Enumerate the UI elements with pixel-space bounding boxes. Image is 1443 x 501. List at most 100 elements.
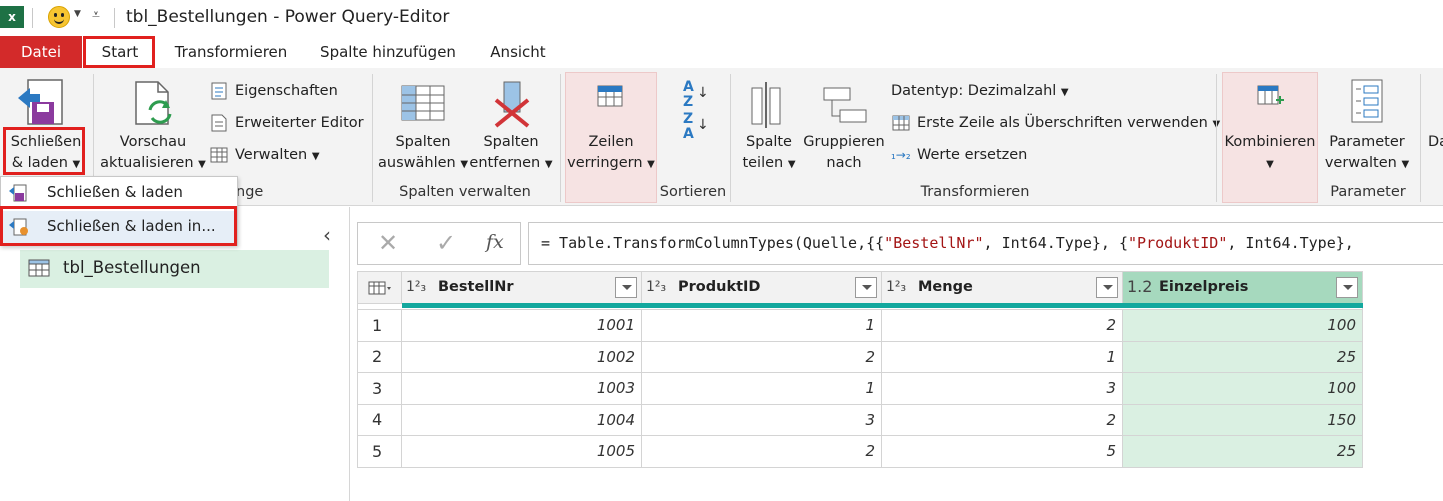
reduce-rows-button[interactable]: Zeilen verringern ▼ bbox=[566, 132, 656, 175]
row-number[interactable]: 2 bbox=[357, 340, 402, 373]
menu-tabs: Datei Start Transformieren Spalte hinzuf… bbox=[0, 36, 1443, 68]
table-menu-button[interactable] bbox=[357, 271, 402, 304]
cell[interactable]: 1002 bbox=[401, 340, 642, 373]
refresh-preview-button[interactable]: Vorschau aktualisieren ▼ bbox=[98, 132, 208, 175]
reduce-rows-icon bbox=[596, 82, 626, 112]
query-item[interactable]: tbl_Bestellungen bbox=[20, 250, 329, 288]
row-number[interactable]: 1 bbox=[357, 309, 402, 342]
filter-dropdown-icon[interactable] bbox=[855, 277, 877, 298]
group-label-sort: Sortieren bbox=[659, 184, 727, 200]
fx-icon[interactable]: fx bbox=[486, 231, 504, 253]
table-row: 1 1001 1 2 100 bbox=[357, 309, 1363, 342]
sort-descending-icon[interactable]: Z A ↓ bbox=[683, 112, 709, 142]
column-header-menge[interactable]: 1²₃ Menge bbox=[881, 271, 1123, 308]
replace-values-icon: ₁→₂ bbox=[891, 148, 911, 162]
highlight-close-load bbox=[3, 127, 85, 175]
tab-transformieren[interactable]: Transformieren bbox=[165, 36, 297, 68]
chevron-down-icon[interactable]: ▼ bbox=[74, 9, 81, 19]
customize-qat-icon[interactable]: ⩡ bbox=[92, 7, 100, 23]
menu-item-close-load[interactable]: Schließen & laden bbox=[1, 177, 237, 209]
formula-buttons: ✕ ✓ fx bbox=[357, 222, 521, 265]
cell[interactable]: 25 bbox=[1122, 435, 1363, 468]
choose-columns-button[interactable]: Spalten auswählen ▼ bbox=[378, 132, 468, 175]
remove-columns-icon bbox=[490, 80, 536, 130]
manage-parameters-icon bbox=[1348, 78, 1388, 126]
cell[interactable]: 2 bbox=[641, 435, 882, 468]
row-number[interactable]: 3 bbox=[357, 372, 402, 405]
smiley-feedback-icon[interactable] bbox=[48, 6, 70, 28]
cell[interactable]: 2 bbox=[881, 403, 1123, 436]
title-bar: x ▼ ⩡ tbl_Bestellungen - Power Query-Edi… bbox=[0, 0, 1443, 36]
properties-button[interactable]: Eigenschaften bbox=[209, 80, 338, 102]
cell[interactable]: 100 bbox=[1122, 372, 1363, 405]
filter-dropdown-icon[interactable] bbox=[1336, 277, 1358, 298]
cell[interactable]: 2 bbox=[881, 309, 1123, 342]
data-grid: 1²₃ BestellNr 1²₃ ProduktID 1²₃ Menge 1.… bbox=[357, 271, 1363, 468]
use-first-row-headers-button[interactable]: Erste Zeile als Überschriften verwenden … bbox=[891, 112, 1220, 134]
column-quality-bar bbox=[642, 303, 882, 308]
combine-icon bbox=[1256, 82, 1286, 112]
cell[interactable]: 3 bbox=[641, 403, 882, 436]
cell[interactable]: 25 bbox=[1122, 340, 1363, 373]
column-quality-bar bbox=[1123, 303, 1363, 308]
group-label-parameter: Parameter bbox=[1330, 184, 1406, 200]
whole-number-type-icon[interactable]: 1²₃ bbox=[646, 279, 666, 295]
refresh-preview-icon bbox=[130, 78, 178, 132]
group-by-icon bbox=[822, 86, 868, 126]
data-type-dropdown[interactable]: Datentyp: Dezimalzahl ▼ bbox=[891, 80, 1069, 102]
cell[interactable]: 150 bbox=[1122, 403, 1363, 436]
cell[interactable]: 2 bbox=[641, 340, 882, 373]
filter-dropdown-icon[interactable] bbox=[1096, 277, 1118, 298]
column-header-einzelpreis[interactable]: 1.2 Einzelpreis bbox=[1122, 271, 1363, 308]
tab-spalte-hinzufuegen[interactable]: Spalte hinzufügen bbox=[312, 36, 464, 68]
table-icon bbox=[209, 145, 229, 165]
remove-columns-button[interactable]: Spalten entfernen ▼ bbox=[468, 132, 554, 175]
advanced-editor-icon bbox=[209, 113, 229, 133]
cell[interactable]: 3 bbox=[881, 372, 1123, 405]
whole-number-type-icon[interactable]: 1²₃ bbox=[886, 279, 906, 295]
ribbon-cut-off-label[interactable]: Da bbox=[1428, 132, 1443, 153]
cell[interactable]: 1 bbox=[641, 372, 882, 405]
replace-values-button[interactable]: ₁→₂ Werte ersetzen bbox=[891, 144, 1027, 166]
table-row: 5 1005 2 5 25 bbox=[357, 435, 1363, 468]
table-icon bbox=[28, 258, 50, 282]
highlight-start-tab bbox=[83, 36, 155, 68]
collapse-pane-icon[interactable]: ‹ bbox=[323, 223, 331, 247]
cell[interactable]: 5 bbox=[881, 435, 1123, 468]
sort-ascending-icon[interactable]: A Z ↓ bbox=[683, 80, 709, 110]
column-quality-bar bbox=[882, 303, 1123, 308]
tab-ansicht[interactable]: Ansicht bbox=[478, 36, 558, 68]
divider bbox=[1216, 74, 1217, 202]
group-by-button[interactable]: Gruppieren nach bbox=[800, 132, 888, 174]
column-header-produktid[interactable]: 1²₃ ProduktID bbox=[641, 271, 882, 308]
table-row: 4 1004 3 2 150 bbox=[357, 403, 1363, 436]
cell[interactable]: 1001 bbox=[401, 309, 642, 342]
properties-icon bbox=[209, 81, 229, 101]
cancel-icon[interactable]: ✕ bbox=[378, 229, 398, 257]
row-number[interactable]: 4 bbox=[357, 403, 402, 436]
column-header-bestellnr[interactable]: 1²₃ BestellNr bbox=[401, 271, 642, 308]
advanced-editor-button[interactable]: Erweiterter Editor bbox=[209, 112, 364, 134]
split-column-button[interactable]: Spalte teilen ▼ bbox=[736, 132, 802, 175]
tab-datei[interactable]: Datei bbox=[0, 36, 82, 68]
cell[interactable]: 1003 bbox=[401, 372, 642, 405]
manage-parameters-button[interactable]: Parameter verwalten ▼ bbox=[1322, 132, 1412, 175]
group-label-manage-columns: Spalten verwalten bbox=[399, 184, 531, 200]
formula-input[interactable]: = Table.TransformColumnTypes(Quelle,{{"B… bbox=[528, 222, 1443, 265]
cell[interactable]: 1 bbox=[881, 340, 1123, 373]
cell[interactable]: 100 bbox=[1122, 309, 1363, 342]
whole-number-type-icon[interactable]: 1²₃ bbox=[406, 279, 426, 295]
formula-text: = Table.TransformColumnTypes(Quelle,{{"B… bbox=[541, 234, 1354, 252]
divider bbox=[114, 8, 115, 28]
cell[interactable]: 1 bbox=[641, 309, 882, 342]
filter-dropdown-icon[interactable] bbox=[615, 277, 637, 298]
combine-button[interactable]: Kombinieren ▼ bbox=[1222, 132, 1318, 175]
row-number[interactable]: 5 bbox=[357, 435, 402, 468]
manage-button[interactable]: Verwalten ▼ bbox=[209, 144, 320, 166]
cell[interactable]: 1005 bbox=[401, 435, 642, 468]
cell[interactable]: 1004 bbox=[401, 403, 642, 436]
divider bbox=[32, 8, 33, 28]
decimal-type-icon[interactable]: 1.2 bbox=[1127, 277, 1152, 296]
table-row: 2 1002 2 1 25 bbox=[357, 340, 1363, 373]
confirm-icon[interactable]: ✓ bbox=[436, 229, 456, 257]
